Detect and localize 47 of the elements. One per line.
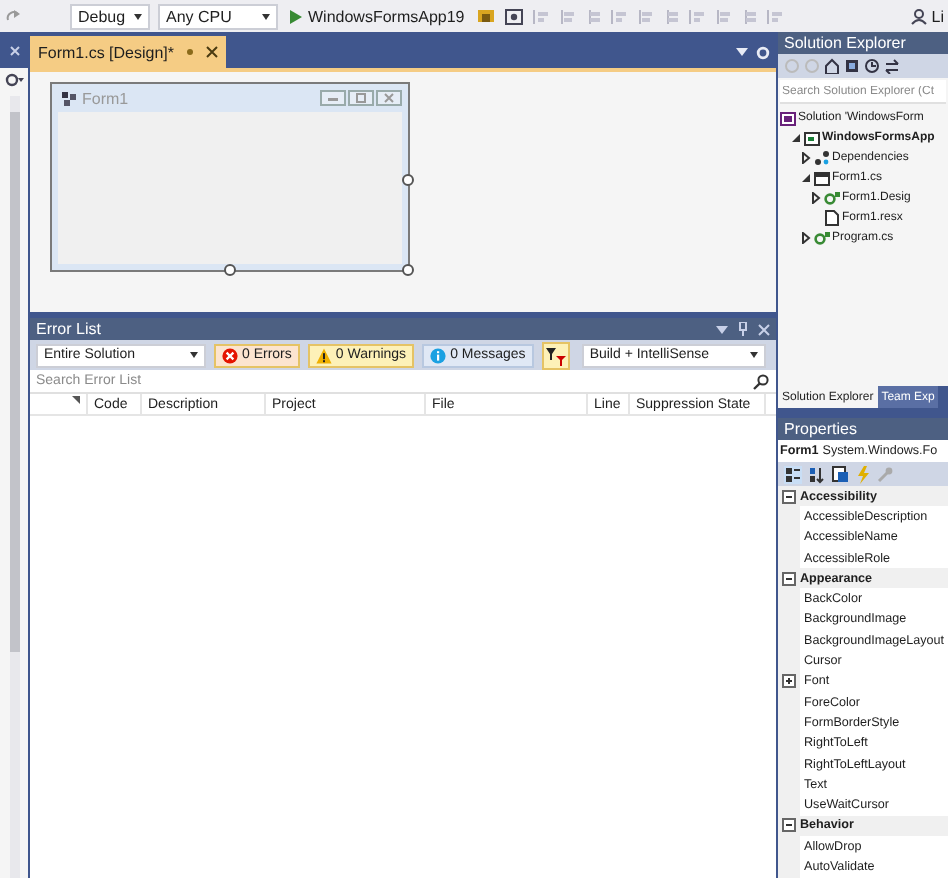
error-icon [222,347,238,363]
sort-alpha-icon[interactable] [808,465,826,483]
share-label[interactable]: Li [931,7,944,25]
close-icon [376,90,402,106]
sort-icon[interactable] [72,396,80,404]
close-icon[interactable] [206,46,219,58]
expander-icon[interactable] [800,172,812,184]
property-pages-icon[interactable] [832,465,850,483]
minimize-icon [320,90,346,106]
switch-views-icon[interactable] [844,58,860,74]
person-icon[interactable] [909,7,928,25]
expander-icon[interactable] [782,489,796,504]
expander-icon[interactable] [800,232,812,244]
platform-dropdown[interactable]: Any CPU [158,3,278,29]
configuration-dropdown[interactable]: Debug [70,3,150,29]
csharp-file-icon [814,230,830,246]
expander-icon[interactable] [782,818,796,833]
csharp-file-icon [824,190,840,206]
project-icon [804,130,820,146]
filter-icon[interactable] [541,341,570,369]
expander-icon[interactable] [782,674,796,689]
document-tab[interactable]: Form1.cs [Design]* [30,36,227,68]
form-icon [62,91,76,105]
panel-title: Properties [784,420,857,438]
expander-icon[interactable] [790,132,802,144]
form-title: Form1 [82,89,129,107]
expander-icon[interactable] [782,571,796,586]
home-icon[interactable] [824,58,840,74]
play-icon [290,9,302,23]
history-icon[interactable] [864,58,880,74]
maximize-icon [348,90,374,106]
dropdown-icon[interactable] [736,48,748,56]
categorized-icon[interactable] [784,465,802,483]
search-icon[interactable] [752,370,776,392]
resource-file-icon [824,210,840,226]
expander-icon[interactable] [800,152,812,164]
start-button[interactable]: WindowsFormsApp19 [286,4,469,28]
sync-icon[interactable] [884,58,900,74]
dropdown-icon[interactable] [716,325,728,333]
expander-icon[interactable] [810,192,822,204]
info-icon [430,347,447,363]
panel-title: Error List [36,320,101,338]
dependencies-icon [814,150,830,166]
warning-icon [315,347,332,363]
form-icon [814,170,830,186]
panel-title: Solution Explorer [784,34,906,52]
resize-handle[interactable] [402,264,414,276]
